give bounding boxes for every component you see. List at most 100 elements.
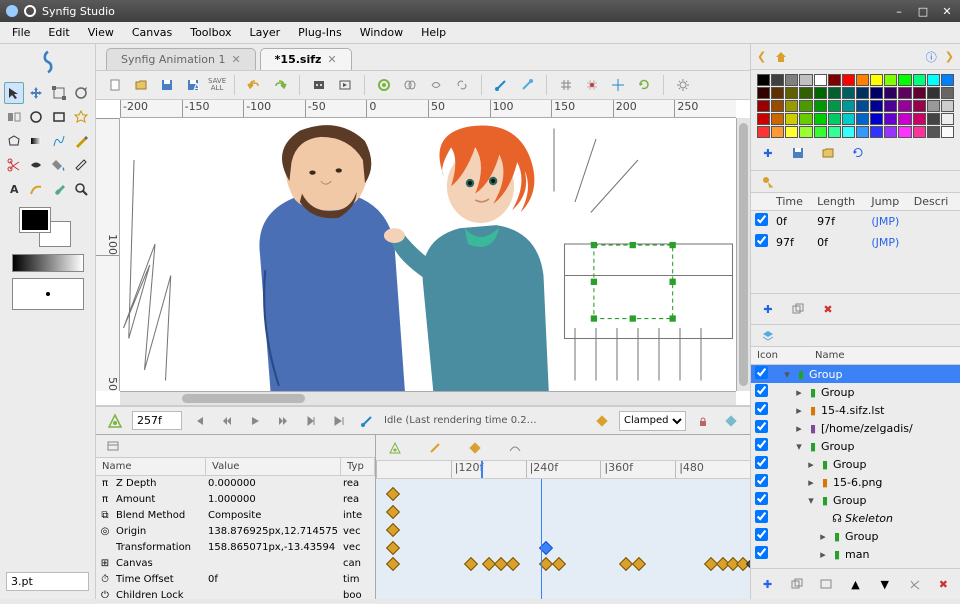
- palette-cell[interactable]: [884, 100, 897, 112]
- palette-cell[interactable]: [757, 126, 770, 138]
- kf-col-descr[interactable]: Descri: [910, 193, 960, 211]
- layer-del-icon[interactable]: ✖: [933, 573, 954, 595]
- seek-start-icon[interactable]: [188, 410, 210, 432]
- palette-cell[interactable]: [884, 74, 897, 86]
- kf-del-icon[interactable]: ✖: [817, 298, 839, 320]
- palette-cell[interactable]: [870, 87, 883, 99]
- param-value[interactable]: 1.000000: [206, 492, 341, 507]
- seek-end-icon[interactable]: [328, 410, 350, 432]
- onion-next-icon[interactable]: [425, 74, 447, 96]
- nav-next-icon[interactable]: ❯: [945, 50, 954, 63]
- onion-toggle-icon[interactable]: [399, 74, 421, 96]
- palette-cell[interactable]: [771, 113, 784, 125]
- tl-kf-icon[interactable]: [464, 437, 486, 459]
- brush-tool[interactable]: [49, 178, 69, 200]
- tab-synfig-anim-1[interactable]: Synfig Animation 1✕: [106, 48, 256, 70]
- kf-add-icon[interactable]: ✚: [757, 298, 779, 320]
- palette-cell[interactable]: [842, 100, 855, 112]
- undo-icon[interactable]: [243, 74, 265, 96]
- palette-cell[interactable]: [856, 100, 869, 112]
- layer-row[interactable]: ▸ ▮ Group: [751, 383, 960, 401]
- params-tab-icon[interactable]: [102, 435, 124, 457]
- fill-tool[interactable]: [49, 154, 69, 176]
- palette-cell[interactable]: [785, 87, 798, 99]
- palette-cell[interactable]: [842, 74, 855, 86]
- palette-cell[interactable]: [799, 113, 812, 125]
- tl-animate-icon[interactable]: [384, 437, 406, 459]
- param-row[interactable]: ⧉ Blend Method Composite inte: [96, 508, 375, 524]
- palette-cell[interactable]: [884, 113, 897, 125]
- palette-cell[interactable]: [913, 74, 926, 86]
- palette-cell[interactable]: [941, 113, 954, 125]
- palette-cell[interactable]: [814, 126, 827, 138]
- palette-cell[interactable]: [870, 113, 883, 125]
- palette-cell[interactable]: [870, 100, 883, 112]
- layer-row[interactable]: ▾ ▮ Group: [751, 437, 960, 455]
- draw-tool[interactable]: [71, 130, 91, 152]
- kf-next-icon[interactable]: [720, 410, 742, 432]
- info-icon[interactable]: ⓘ: [926, 49, 937, 65]
- palette-cell[interactable]: [799, 126, 812, 138]
- palette-cell[interactable]: [785, 113, 798, 125]
- guides-icon[interactable]: [607, 74, 629, 96]
- params-col-value[interactable]: Value: [206, 458, 341, 475]
- tl-curve-icon[interactable]: [504, 437, 526, 459]
- menu-canvas[interactable]: Canvas: [124, 23, 180, 42]
- palette-cell[interactable]: [828, 87, 841, 99]
- palette-cell[interactable]: [941, 74, 954, 86]
- param-value[interactable]: Composite: [206, 508, 341, 523]
- layer-row[interactable]: ▸ ▮ man: [751, 545, 960, 563]
- h-scrollbar[interactable]: [120, 391, 736, 405]
- palette-cell[interactable]: [870, 74, 883, 86]
- layers-col-icon[interactable]: Icon: [751, 347, 809, 364]
- palette-cell[interactable]: [913, 113, 926, 125]
- color-swatch[interactable]: [20, 208, 76, 248]
- palette-cell[interactable]: [842, 113, 855, 125]
- palette-cell[interactable]: [785, 100, 798, 112]
- layer-row[interactable]: ▸ ▮ 15-4.sifz.lst: [751, 401, 960, 419]
- palette-cell[interactable]: [856, 87, 869, 99]
- param-row[interactable]: ⊞ Canvas can: [96, 556, 375, 572]
- interp-select[interactable]: Clamped: [619, 411, 686, 431]
- kf-col-time[interactable]: Time: [772, 193, 813, 211]
- palette-cell[interactable]: [828, 100, 841, 112]
- kf-key-icon[interactable]: [757, 171, 779, 193]
- link-icon[interactable]: [451, 74, 473, 96]
- timeline-body[interactable]: [376, 479, 750, 599]
- layer-add-icon[interactable]: ✚: [757, 573, 778, 595]
- kf-checkbox[interactable]: [755, 234, 768, 247]
- layers-col-name[interactable]: Name: [809, 347, 851, 364]
- text-tool[interactable]: A: [4, 178, 24, 200]
- palette-cell[interactable]: [757, 100, 770, 112]
- grid-snap-icon[interactable]: [581, 74, 603, 96]
- palette-cell[interactable]: [898, 113, 911, 125]
- layer-row[interactable]: ▸ ▮ Group: [751, 455, 960, 473]
- loop-icon[interactable]: [356, 410, 378, 432]
- layer-visible-checkbox[interactable]: [755, 510, 768, 523]
- palette-cell[interactable]: [927, 100, 940, 112]
- layer-row[interactable]: ▸ ▮ [/home/zelgadis/: [751, 419, 960, 437]
- layer-visible-checkbox[interactable]: [755, 546, 768, 559]
- layer-row[interactable]: ☊ Skeleton: [751, 509, 960, 527]
- menu-help[interactable]: Help: [413, 23, 454, 42]
- pal-add-icon[interactable]: ✚: [757, 142, 779, 164]
- layer-visible-checkbox[interactable]: [755, 438, 768, 451]
- palette-cell[interactable]: [927, 113, 940, 125]
- width-tool[interactable]: [26, 154, 46, 176]
- new-icon[interactable]: [104, 74, 126, 96]
- transform-tool[interactable]: [4, 82, 24, 104]
- save-as-icon[interactable]: A: [182, 74, 204, 96]
- tab-15-sifz[interactable]: *15.sifz✕: [260, 48, 352, 70]
- palette-cell[interactable]: [799, 100, 812, 112]
- param-value[interactable]: 0.000000: [206, 476, 341, 491]
- pal-reset-icon[interactable]: [847, 142, 869, 164]
- palette-cell[interactable]: [898, 87, 911, 99]
- maximize-button[interactable]: □: [916, 4, 930, 18]
- menu-layer[interactable]: Layer: [241, 23, 288, 42]
- palette-cell[interactable]: [898, 74, 911, 86]
- layer-dup-icon[interactable]: [786, 573, 807, 595]
- menu-edit[interactable]: Edit: [40, 23, 77, 42]
- palette-cell[interactable]: [927, 87, 940, 99]
- param-value[interactable]: 138.876925px,12.714575: [206, 524, 341, 539]
- palette-cell[interactable]: [884, 87, 897, 99]
